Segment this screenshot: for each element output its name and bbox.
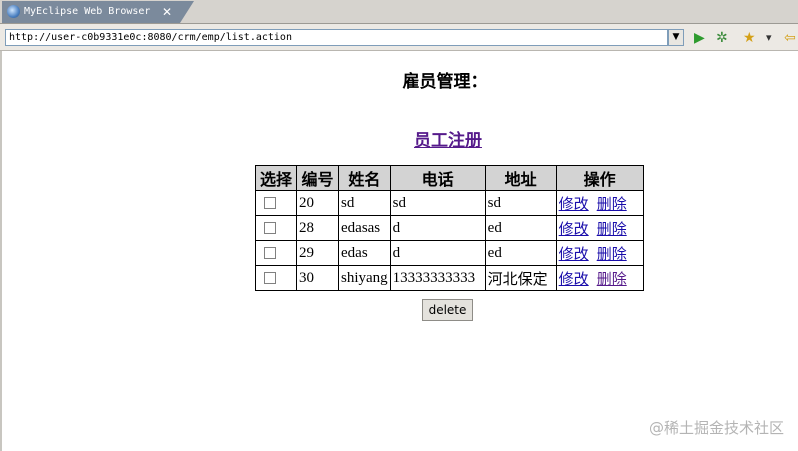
select-cell — [255, 240, 297, 266]
tab-web-browser[interactable]: MyEclipse Web Browser ✕ — [2, 1, 180, 23]
delete-button[interactable]: delete — [422, 299, 473, 321]
table-row: 28 edasas d ed 修改 删除 — [255, 215, 644, 241]
table-header-row: 选择 编号 姓名 电话 地址 操作 — [255, 165, 644, 191]
edit-link[interactable]: 修改 — [559, 197, 589, 213]
actions-cell: 修改 删除 — [555, 190, 644, 216]
column-header-address: 地址 — [484, 165, 557, 191]
id-cell: 20 — [296, 190, 339, 216]
column-header-name: 姓名 — [338, 165, 391, 191]
select-cell — [255, 265, 297, 291]
row-checkbox[interactable] — [264, 247, 276, 260]
row-checkbox[interactable] — [264, 272, 276, 285]
name-cell: edas — [338, 240, 391, 266]
tab-bar: MyEclipse Web Browser ✕ — [0, 0, 798, 24]
url-input[interactable] — [5, 29, 668, 46]
employee-table: 选择 编号 姓名 电话 地址 操作 20 sd sd sd 修改 删除 28 ed… — [255, 165, 644, 291]
bookmark-star-icon[interactable]: ★ — [743, 30, 756, 46]
select-cell — [255, 190, 297, 216]
delete-link[interactable]: 删除 — [597, 272, 627, 288]
back-arrow-icon[interactable]: ⇦ — [784, 30, 796, 46]
id-cell: 30 — [296, 265, 339, 291]
address-cell: sd — [484, 190, 557, 216]
table-row: 20 sd sd sd 修改 删除 — [255, 190, 644, 216]
name-cell: sd — [338, 190, 391, 216]
id-cell: 29 — [296, 240, 339, 266]
refresh-icon[interactable]: ✲ — [716, 30, 728, 46]
phone-cell: sd — [389, 190, 486, 216]
row-checkbox[interactable] — [264, 222, 276, 235]
actions-cell: 修改 删除 — [555, 240, 644, 266]
edit-link[interactable]: 修改 — [559, 222, 589, 238]
actions-cell: 修改 删除 — [555, 265, 644, 291]
name-cell: shiyang — [338, 265, 391, 291]
column-header-select: 选择 — [255, 165, 297, 191]
go-icon[interactable]: ▶ — [694, 30, 705, 46]
address-bar: ▼ ▶ ✲ ★ ▾ ⇦ — [0, 24, 798, 51]
delete-link[interactable]: 删除 — [597, 247, 627, 263]
tab-title: MyEclipse Web Browser — [24, 6, 151, 17]
column-header-phone: 电话 — [389, 165, 486, 191]
address-cell: ed — [484, 240, 557, 266]
actions-cell: 修改 删除 — [555, 215, 644, 241]
row-checkbox[interactable] — [264, 197, 276, 210]
left-border — [0, 51, 2, 451]
address-cell: ed — [484, 215, 557, 241]
column-header-id: 编号 — [296, 165, 339, 191]
id-cell: 28 — [296, 215, 339, 241]
select-cell — [255, 215, 297, 241]
table-row: 30 shiyang 13333333333 河北保定 修改 删除 — [255, 265, 644, 291]
phone-cell: 13333333333 — [389, 265, 486, 291]
phone-cell: d — [389, 215, 486, 241]
delete-link[interactable]: 删除 — [597, 222, 627, 238]
edit-link[interactable]: 修改 — [559, 272, 589, 288]
register-employee-link[interactable]: 员工注册 — [0, 126, 798, 151]
column-header-actions: 操作 — [555, 165, 644, 191]
edit-link[interactable]: 修改 — [559, 247, 589, 263]
delete-link[interactable]: 删除 — [597, 197, 627, 213]
table-row: 29 edas d ed 修改 删除 — [255, 240, 644, 266]
page-title: 雇员管理： — [402, 72, 488, 91]
watermark: @稀土掘金技术社区 — [648, 419, 784, 437]
phone-cell: d — [389, 240, 486, 266]
address-cell: 河北保定 — [484, 265, 557, 291]
url-dropdown-button[interactable]: ▼ — [668, 29, 684, 46]
globe-icon — [7, 5, 20, 18]
tab-edge — [180, 1, 194, 23]
name-cell: edasas — [338, 215, 391, 241]
chevron-down-icon[interactable]: ▾ — [766, 30, 772, 46]
close-icon[interactable]: ✕ — [162, 1, 172, 23]
